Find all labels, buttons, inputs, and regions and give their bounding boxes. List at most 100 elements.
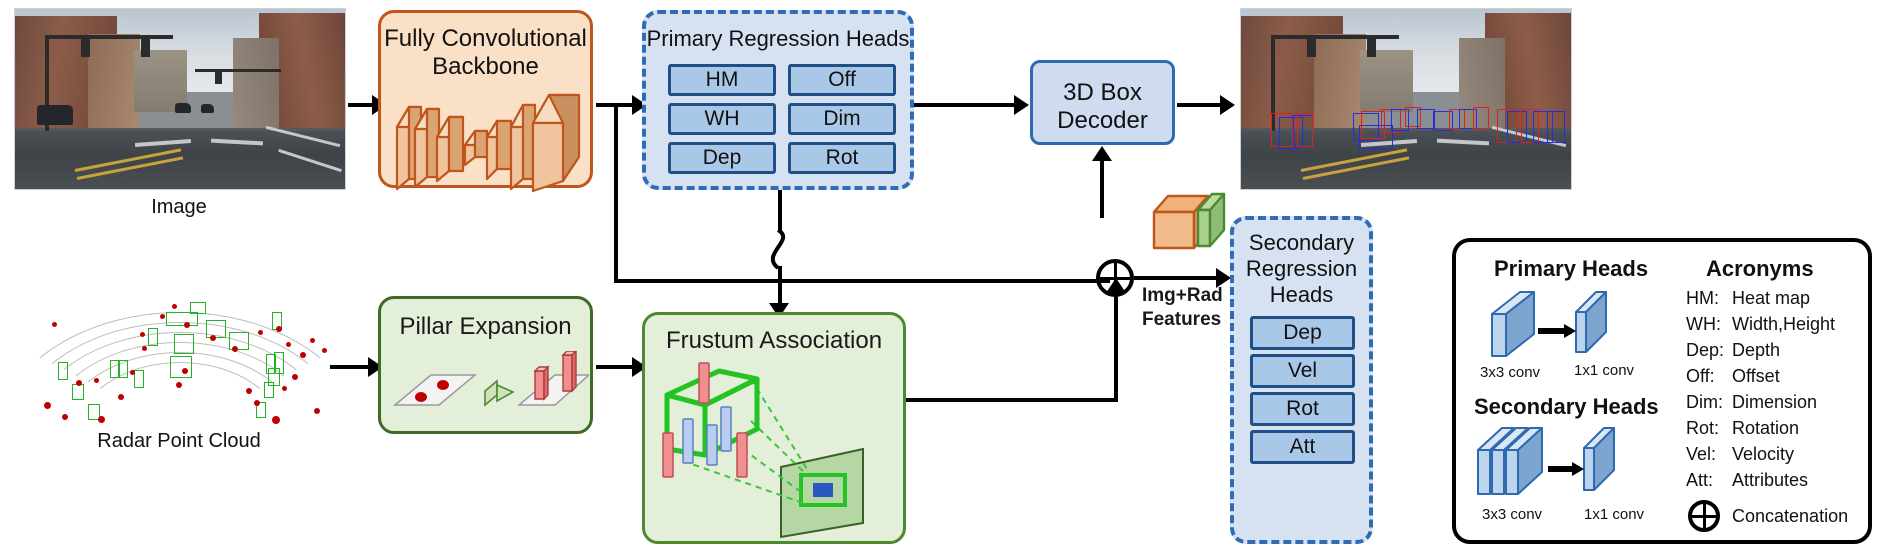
radar-point [246, 388, 252, 394]
acronym-row-off: Off: Offset [1686, 366, 1780, 387]
radar-point [292, 374, 298, 380]
arrow-decoder-to-output-head [1220, 95, 1235, 115]
legend-primary-heads-title: Primary Heads [1494, 256, 1649, 281]
output-detection-photo [1240, 8, 1572, 190]
vehicle-1 [37, 105, 73, 125]
acronym-value: Attributes [1732, 470, 1809, 490]
fully-convolutional-backbone-module[interactable]: Fully Convolutional Backbone [378, 10, 593, 193]
secondary-heads-title-line1: Secondary [1248, 230, 1355, 255]
acronym-row-rot: Rot: Rotation [1686, 418, 1799, 439]
secondary-head-chip-att[interactable]: Att [1250, 430, 1355, 464]
radar-point [62, 414, 68, 420]
radar-bbox [72, 384, 84, 400]
radar-point-cloud-visual [14, 290, 344, 425]
radar-point [76, 380, 82, 386]
secondary-head-label: Att [1289, 435, 1316, 458]
secondary-head-chip-vel[interactable]: Vel [1250, 354, 1355, 388]
radar-point [210, 335, 216, 341]
arrow-primary-to-decoder-head [1014, 95, 1029, 115]
backbone-branch-down [614, 103, 618, 283]
legend-acronyms-title: Acronyms [1706, 256, 1814, 281]
primary-heads-title: Primary Regression Heads [646, 26, 910, 51]
acronym-key: HM: [1686, 288, 1719, 308]
radar-point [314, 408, 320, 414]
fusion-label-line2: Features [1142, 309, 1222, 330]
acronym-value: Heat map [1732, 288, 1811, 308]
primary-head-chip-hm[interactable]: HM [668, 64, 776, 96]
pillar-expansion-illustration [392, 351, 589, 407]
arrow-radar-to-pillar-line [330, 365, 372, 369]
primary-head-label: HM [705, 68, 739, 91]
acronym-value: Dimension [1732, 392, 1818, 412]
radar-point [130, 370, 135, 375]
radar-bbox [166, 312, 198, 326]
building-mid [1359, 50, 1413, 112]
frustum-association-module[interactable]: Frustum Association [642, 312, 906, 544]
pillar-expansion-module[interactable]: Pillar Expansion [378, 296, 593, 434]
primary-heads-conv-label-a: 3x3 conv [1480, 364, 1541, 381]
primary-head-label: Dim [823, 107, 861, 130]
secondary-head-label: Rot [1286, 397, 1319, 420]
primary-head-chip-wh[interactable]: WH [668, 103, 776, 135]
primary-head-chip-off[interactable]: Off [788, 64, 896, 96]
primary-head-chip-dep[interactable]: Dep [668, 142, 776, 174]
secondary-head-label: Dep [1283, 321, 1322, 344]
radar-point [310, 338, 315, 343]
radar-bbox [58, 362, 68, 380]
primary-to-frustum-line-2 [778, 266, 782, 308]
detection-box [1547, 111, 1565, 143]
radar-point [258, 330, 263, 335]
radar-point [44, 402, 51, 409]
radar-point [118, 394, 124, 400]
3d-box-decoder-module[interactable]: 3D Box Decoder [1030, 60, 1175, 145]
primary-to-frustum-line [778, 190, 782, 232]
primary-head-chip-dim[interactable]: Dim [788, 103, 896, 135]
acronym-value: Rotation [1732, 418, 1800, 438]
primary-heads-conv-label-b: 1x1 conv [1574, 362, 1635, 379]
secondary-regression-heads-module[interactable]: Secondary Regression Heads Dep Vel Rot A… [1230, 216, 1373, 544]
arrow-primary-to-decoder-line [914, 103, 1024, 107]
frustum-association-title: Frustum Association [665, 327, 883, 354]
traffic-light-head-2 [1367, 37, 1376, 57]
acronym-key: Dep: [1686, 340, 1725, 360]
radar-point [184, 322, 190, 328]
acronym-row-att: Att: Attributes [1686, 470, 1808, 491]
primary-heads-conv-illustration [1491, 291, 1607, 357]
radar-bbox [148, 328, 158, 346]
input-image-photo [14, 8, 346, 190]
arrow-secondary-to-decoder-head [1092, 146, 1112, 161]
secondary-to-decoder-line [1100, 160, 1104, 218]
traffic-light-arm [1271, 35, 1399, 39]
arrow-image-to-backbone-line [348, 103, 374, 107]
backbone-unet-illustration [395, 93, 581, 193]
legend-concatenation-label: Concatenation [1732, 506, 1849, 526]
radar-point [182, 368, 188, 374]
backbone-title-line1: Fully Convolutional [384, 25, 587, 52]
primary-head-chip-rot[interactable]: Rot [788, 142, 896, 174]
detection-box [1473, 107, 1489, 129]
radar-point [140, 332, 145, 337]
radar-bbox [264, 382, 274, 398]
traffic-light-head-2 [141, 37, 150, 57]
radar-bbox [174, 334, 194, 354]
secondary-head-chip-dep[interactable]: Dep [1250, 316, 1355, 350]
decoder-title-line1: 3D Box [1063, 79, 1142, 106]
primary-head-label: Dep [702, 146, 742, 169]
frustum-to-concat-line [906, 398, 1118, 402]
img-rad-feature-cube-icon [1152, 192, 1226, 250]
radar-point [232, 346, 238, 352]
figure-canvas: Image Radar Point Cloud Fully Convolutio… [0, 0, 1886, 552]
secondary-heads-conv-illustration [1477, 427, 1615, 495]
building-left-2 [87, 34, 141, 128]
acronym-value: Width,Height [1732, 314, 1836, 334]
radar-point [286, 342, 291, 347]
vehicle-3 [201, 104, 214, 113]
acronym-key: Att: [1686, 470, 1714, 490]
secondary-head-chip-rot[interactable]: Rot [1250, 392, 1355, 426]
legend-secondary-heads-title: Secondary Heads [1474, 394, 1659, 419]
primary-regression-heads-module[interactable]: Primary Regression Heads HM WH Dep Off D… [642, 10, 914, 190]
legend-concatenation-icon [1688, 500, 1720, 532]
radar-point-cloud-caption: Radar Point Cloud [97, 430, 261, 452]
radar-bbox [134, 370, 144, 388]
radar-point [282, 386, 287, 391]
